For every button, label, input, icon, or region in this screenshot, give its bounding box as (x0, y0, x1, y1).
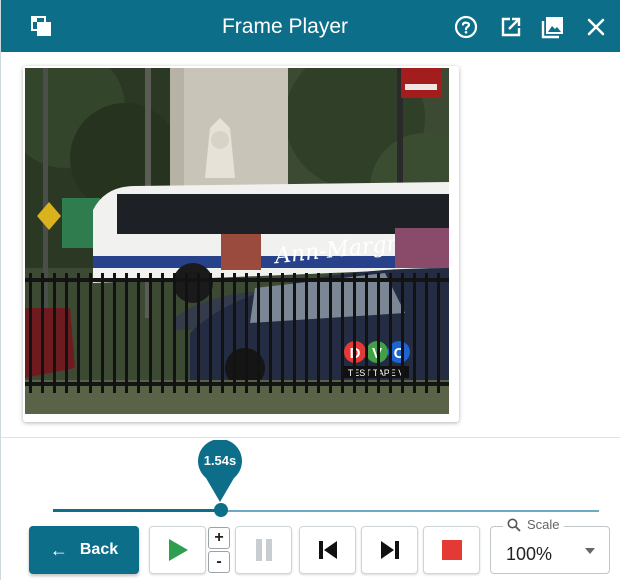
header-bar: Frame Player (1, 0, 620, 52)
timeline-thumb[interactable] (214, 503, 228, 517)
controls-divider (1, 437, 620, 438)
frame-player-window: Frame Player Ann-Margret C TEST TAPE V 1… (0, 0, 620, 580)
scale-select[interactable]: Scale 100% (490, 517, 610, 574)
chevron-down-icon (585, 548, 595, 554)
snapshot-icon (541, 17, 563, 39)
skip-next-icon (380, 541, 399, 559)
step-backward-button[interactable]: - (208, 551, 230, 573)
scale-value: 100% (506, 544, 553, 564)
pause-icon (255, 539, 272, 561)
play-icon (168, 539, 188, 561)
skip-previous-button[interactable] (299, 526, 356, 574)
snapshot-button[interactable] (539, 13, 567, 41)
time-bubble-shape (198, 439, 242, 502)
scale-legend: Scale (503, 517, 564, 532)
stop-icon (441, 540, 462, 560)
back-button[interactable]: ← Back (29, 526, 139, 574)
logo-caption: TEST TAPE V (348, 368, 405, 378)
play-button[interactable] (149, 526, 206, 574)
skip-next-button[interactable] (361, 526, 418, 574)
video-frame-card: Ann-Margret D V C TEST TAPE V (23, 66, 459, 422)
video-frame-image[interactable]: Ann-Margret D V C TEST TAPE V (25, 68, 449, 414)
arrow-left-icon: ← (49, 539, 68, 560)
close-button[interactable] (582, 13, 610, 41)
magnifier-icon (507, 518, 521, 532)
back-button-label: Back (79, 541, 119, 558)
help-icon (454, 15, 478, 39)
help-button[interactable] (452, 13, 480, 41)
window-title: Frame Player (221, 15, 349, 38)
skip-previous-icon (318, 541, 337, 559)
current-time: 1.54s (203, 453, 237, 468)
step-forward-button[interactable]: + (208, 527, 230, 549)
time-indicator: 1.54s (196, 439, 244, 502)
popout-button[interactable] (497, 13, 525, 41)
stop-button[interactable] (423, 526, 480, 574)
close-icon (587, 18, 605, 36)
scale-label: Scale (527, 517, 560, 532)
timeline-progress (53, 509, 221, 512)
popout-icon (501, 17, 521, 37)
pause-button[interactable] (235, 526, 292, 574)
